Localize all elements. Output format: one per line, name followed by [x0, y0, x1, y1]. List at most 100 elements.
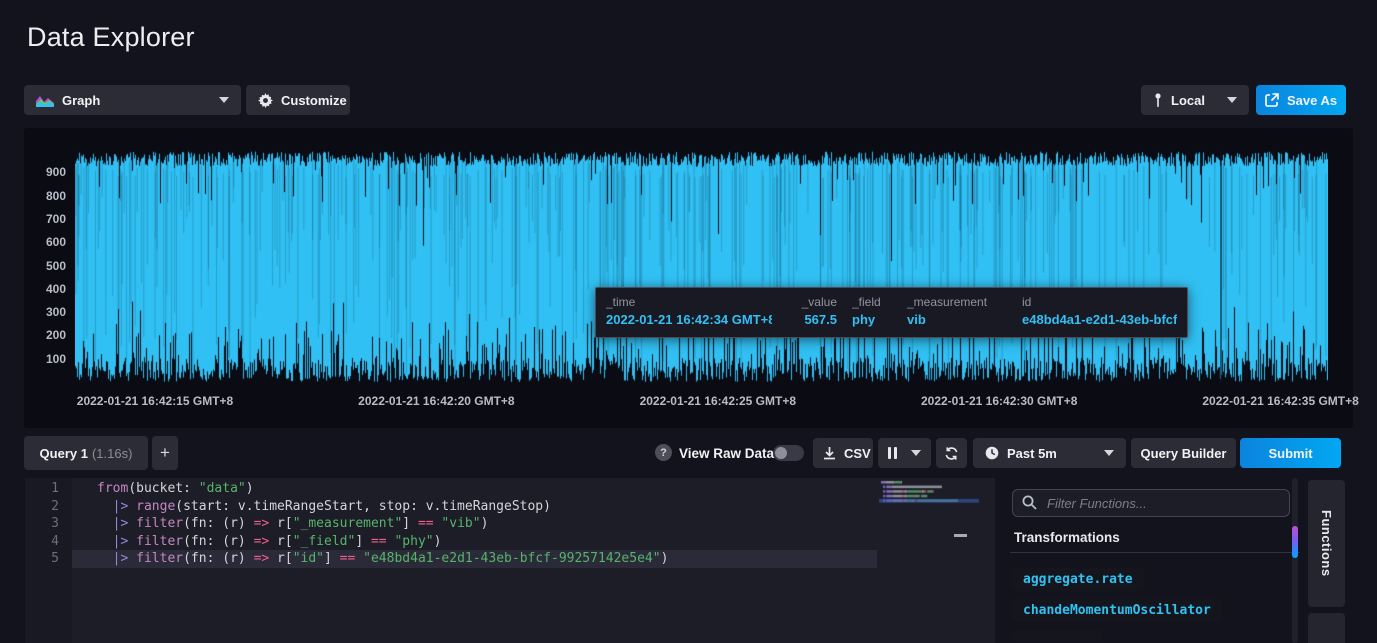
flux-script-editor[interactable]: 1from(bucket: "data")2 |> range(start: v…: [25, 478, 995, 643]
scrollbar-thumb[interactable]: [1292, 526, 1298, 558]
x-tick-label: 2022-01-21 16:42:20 GMT+8: [358, 394, 514, 408]
line-number: 5: [25, 550, 72, 568]
code-line[interactable]: 2 |> range(start: v.timeRangeStart, stop…: [25, 498, 995, 516]
tooltip-column-value: 567.5: [787, 312, 837, 327]
local-label: Local: [1171, 93, 1205, 108]
code-text: |> filter(fn: (r) => r["id"] == "e48bd4a…: [72, 550, 877, 568]
chevron-down-icon: [911, 450, 921, 456]
help-icon[interactable]: ?: [655, 444, 672, 461]
query-tab[interactable]: Query 1 (1.16s): [24, 436, 148, 470]
page-title: Data Explorer: [27, 22, 195, 53]
minimap-marker: [954, 534, 967, 537]
code-text: |> filter(fn: (r) => r["_measurement"] =…: [72, 515, 877, 533]
save-as-label: Save As: [1287, 93, 1337, 108]
y-tick-label: 700: [24, 212, 66, 226]
time-range-label: Past 5m: [1007, 446, 1057, 461]
tooltip-column-header: id: [1022, 295, 1177, 309]
export-icon: [1265, 93, 1279, 107]
chart-tooltip: _time 2022-01-21 16:42:34 GMT+8 _value 567.…: [595, 287, 1188, 338]
clock-icon: [985, 446, 999, 460]
customize-button[interactable]: Customize: [246, 85, 350, 115]
code-line[interactable]: 5 |> filter(fn: (r) => r["id"] == "e48bd…: [25, 550, 995, 568]
tooltip-column-value: vib: [907, 312, 1007, 327]
section-divider: [1010, 552, 1300, 553]
tooltip-column: _measurementvib: [907, 295, 1007, 337]
graph-type-dropdown[interactable]: Graph: [24, 85, 241, 115]
toggle-knob: [775, 447, 787, 459]
tooltip-column: _time 2022-01-21 16:42:34 GMT+8: [606, 295, 772, 337]
submit-button[interactable]: Submit: [1240, 438, 1341, 468]
tooltip-column: _value 567.5: [787, 295, 837, 337]
y-tick-label: 900: [24, 165, 66, 179]
y-tick-label: 600: [24, 235, 66, 249]
y-tick-label: 400: [24, 282, 66, 296]
editor-minimap[interactable]: [877, 478, 995, 643]
graph-type-label: Graph: [62, 93, 100, 108]
graph-icon: [36, 94, 54, 107]
line-number: 1: [25, 480, 72, 498]
tooltip-column-value: 2022-01-21 16:42:34 GMT+8: [606, 312, 772, 327]
function-pill[interactable]: chandeMomentumOscillator: [1012, 599, 1222, 622]
customize-label: Customize: [281, 93, 347, 108]
code-line[interactable]: 1from(bucket: "data"): [25, 480, 995, 498]
chart-panel: _time 2022-01-21 16:42:34 GMT+8 _value 567.…: [24, 128, 1353, 428]
raw-data-toggle[interactable]: [773, 445, 804, 461]
refresh-button[interactable]: [936, 438, 967, 468]
query-duration: (1.16s): [92, 446, 132, 461]
transformations-section-title: Transformations: [1014, 530, 1120, 545]
time-range-dropdown[interactable]: Past 5m: [973, 438, 1126, 468]
line-number: 2: [25, 498, 72, 516]
x-tick-label: 2022-01-21 16:42:35 GMT+8: [1202, 394, 1358, 408]
next-side-tab[interactable]: [1308, 613, 1345, 643]
tooltip-column-value: e48bd4a1-e2d1-43eb-bfcf-992...: [1022, 312, 1177, 327]
tooltip-column-header: _time: [606, 295, 772, 309]
function-pill-partial[interactable]: [1012, 630, 1102, 642]
local-dropdown[interactable]: Local: [1141, 85, 1249, 115]
function-pill[interactable]: aggregate.rate: [1012, 568, 1144, 591]
line-number: 4: [25, 533, 72, 551]
code-line[interactable]: 3 |> filter(fn: (r) => r["_measurement"]…: [25, 515, 995, 533]
x-tick-label: 2022-01-21 16:42:30 GMT+8: [921, 394, 1077, 408]
download-icon: [823, 446, 836, 460]
y-tick-label: 800: [24, 189, 66, 203]
x-tick-label: 2022-01-21 16:42:25 GMT+8: [640, 394, 796, 408]
gear-icon: [258, 93, 273, 108]
search-icon: [1022, 495, 1037, 510]
data-explorer-page: Data Explorer Graph Customize Local Save…: [0, 0, 1377, 643]
code-text: from(bucket: "data"): [72, 480, 877, 498]
csv-download-button[interactable]: CSV: [813, 438, 873, 468]
view-raw-data-label: View Raw Data: [679, 446, 774, 461]
save-as-button[interactable]: Save As: [1256, 85, 1346, 115]
tooltip-column-header: _field: [852, 295, 892, 309]
x-tick-label: 2022-01-21 16:42:15 GMT+8: [77, 394, 233, 408]
chevron-down-icon: [219, 97, 229, 103]
tooltip-column-value: phy: [852, 312, 892, 327]
code-line[interactable]: 4 |> filter(fn: (r) => r["_field"] == "p…: [25, 533, 995, 551]
pin-icon: [1153, 93, 1163, 108]
code-text: |> filter(fn: (r) => r["_field"] == "phy…: [72, 533, 877, 551]
add-query-button[interactable]: +: [152, 436, 178, 470]
timeseries-chart[interactable]: [75, 150, 1328, 383]
pause-dropdown-button[interactable]: [878, 438, 931, 468]
functions-side-tab[interactable]: Functions: [1308, 480, 1345, 607]
tooltip-column: id e48bd4a1-e2d1-43eb-bfcf-992...: [1022, 295, 1177, 337]
line-number: 3: [25, 515, 72, 533]
chevron-down-icon: [1227, 97, 1237, 103]
query-tab-name: Query 1: [40, 446, 88, 461]
tooltip-column: _fieldphy: [852, 295, 892, 337]
filter-functions-input[interactable]: [1012, 489, 1290, 517]
csv-label: CSV: [844, 446, 871, 461]
code-text: |> range(start: v.timeRangeStart, stop: …: [72, 498, 877, 516]
y-tick-label: 200: [24, 328, 66, 342]
chevron-down-icon: [1104, 450, 1114, 456]
functions-panel: Transformations aggregate.rate chandeMome…: [1010, 478, 1300, 643]
functions-scrollbar[interactable]: [1292, 478, 1298, 643]
refresh-icon: [944, 446, 959, 461]
tooltip-column-header: _measurement: [907, 295, 1007, 309]
functions-tab-label: Functions: [1319, 510, 1334, 577]
y-tick-label: 100: [24, 352, 66, 366]
query-builder-button[interactable]: Query Builder: [1131, 438, 1236, 468]
y-tick-label: 300: [24, 305, 66, 319]
pause-icon: [888, 447, 897, 459]
tooltip-column-header: _value: [787, 295, 837, 309]
